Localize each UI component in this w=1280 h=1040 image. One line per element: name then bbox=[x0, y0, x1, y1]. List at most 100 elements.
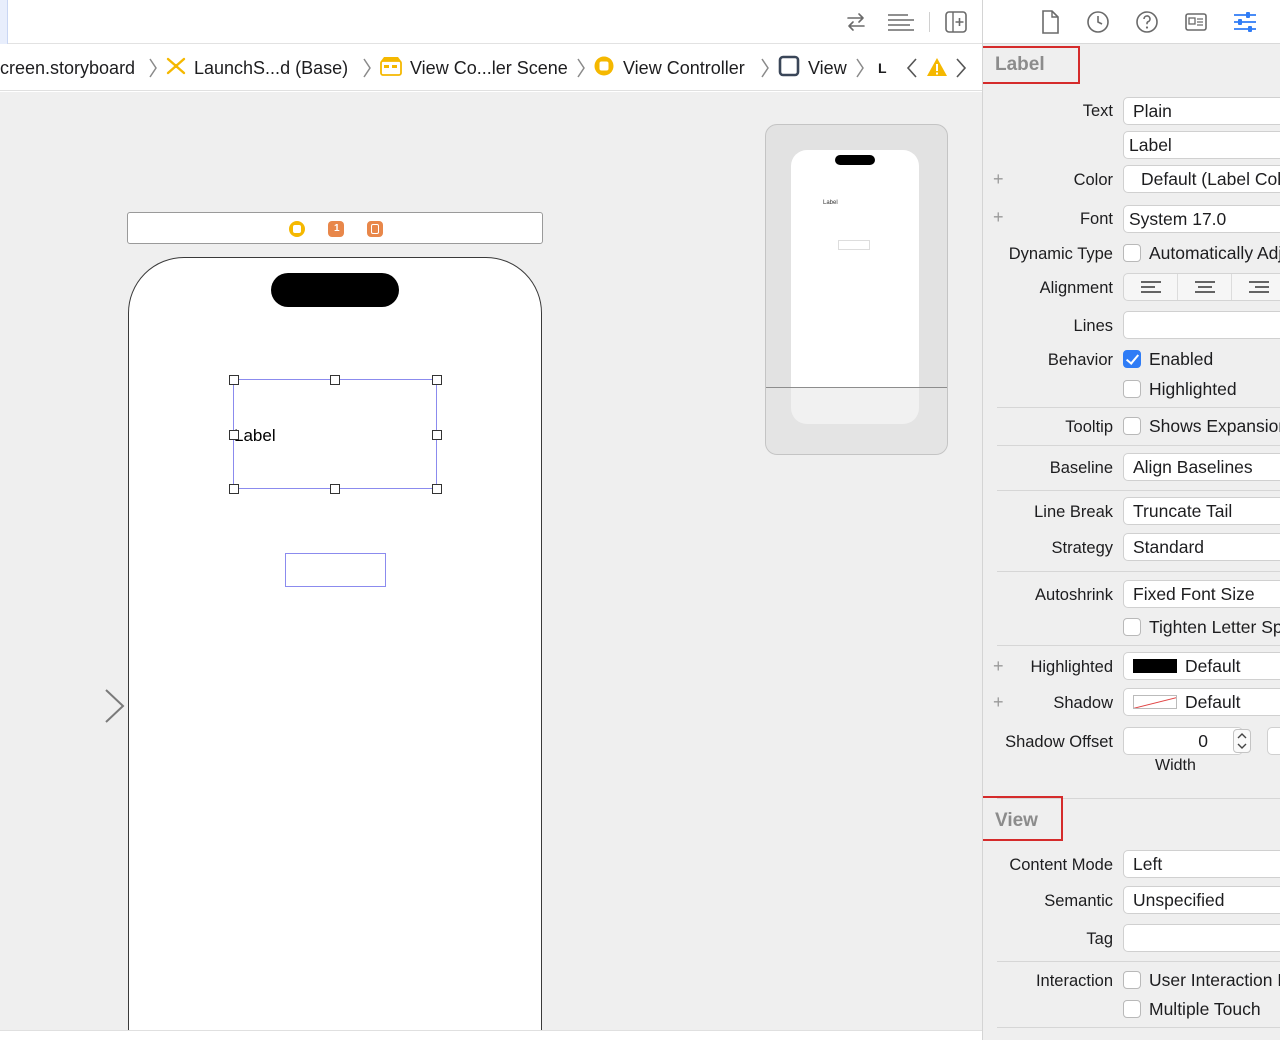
plus-icon[interactable]: + bbox=[993, 169, 1004, 190]
alignment-segmented-control bbox=[1123, 273, 1280, 301]
resize-handle[interactable] bbox=[330, 484, 340, 494]
color-swatch bbox=[1133, 659, 1177, 673]
label-text: Label bbox=[234, 426, 276, 445]
checkbox-label: Enabled bbox=[1149, 348, 1214, 369]
swap-arrows-icon[interactable] bbox=[843, 9, 869, 35]
highlighted-checkbox[interactable]: Highlighted bbox=[1123, 377, 1237, 401]
crumb-label: View bbox=[808, 57, 847, 78]
strategy-label: Strategy bbox=[1051, 539, 1113, 557]
crumb-view-controller[interactable]: View Controller bbox=[593, 45, 745, 90]
crumb-label: View Controller bbox=[623, 57, 745, 78]
tooltip-label: Tooltip bbox=[1065, 418, 1113, 436]
crumb-view[interactable]: View bbox=[778, 45, 847, 90]
resize-handle[interactable] bbox=[229, 484, 239, 494]
identity-icon[interactable] bbox=[1183, 9, 1209, 35]
attributes-icon[interactable] bbox=[1232, 9, 1258, 35]
tighten-spacing-checkbox[interactable]: Tighten Letter Spacing bbox=[1123, 615, 1280, 639]
text-content-field[interactable]: Label bbox=[1123, 131, 1280, 159]
resize-handle[interactable] bbox=[229, 430, 239, 440]
shadow-height-field[interactable] bbox=[1267, 727, 1280, 755]
crumb-label: creen.storyboard bbox=[0, 57, 136, 78]
width-sublabel: Width bbox=[1155, 757, 1196, 774]
resize-handle[interactable] bbox=[229, 375, 239, 385]
highlighted-color-value: Default bbox=[1185, 655, 1241, 676]
file-icon[interactable] bbox=[1037, 9, 1063, 35]
align-right-icon[interactable] bbox=[1232, 274, 1280, 300]
resize-handle[interactable] bbox=[432, 430, 442, 440]
checkbox-box[interactable] bbox=[1123, 350, 1141, 368]
dynamic-island bbox=[271, 273, 399, 307]
checkbox-box[interactable] bbox=[1123, 417, 1141, 435]
first-responder-icon[interactable]: 1 bbox=[328, 221, 344, 237]
crumb-launchscreen[interactable]: LaunchS...d (Base) bbox=[166, 45, 348, 90]
section-divider bbox=[997, 1027, 1280, 1028]
resize-handle[interactable] bbox=[330, 375, 340, 385]
line-break-popup[interactable]: Truncate Tail bbox=[1123, 497, 1280, 525]
plus-icon[interactable]: + bbox=[993, 692, 1004, 713]
color-popup[interactable]: Default (Label Color) bbox=[1123, 165, 1280, 193]
chevron-right-icon bbox=[363, 58, 371, 78]
warning-icon[interactable] bbox=[926, 57, 948, 82]
scene-dock[interactable]: 1 bbox=[127, 212, 543, 244]
chevron-left-icon[interactable] bbox=[905, 56, 919, 85]
crumb-scene[interactable]: View Co...ler Scene bbox=[380, 45, 568, 90]
shadow-label: Shadow bbox=[1053, 694, 1113, 712]
text-type-popup[interactable]: Plain bbox=[1123, 97, 1280, 125]
checkbox-box[interactable] bbox=[1123, 618, 1141, 636]
semantic-popup[interactable]: Unspecified bbox=[1123, 886, 1280, 914]
strategy-popup[interactable]: Standard bbox=[1123, 533, 1280, 561]
user-interaction-checkbox[interactable]: User Interaction Enabled bbox=[1123, 968, 1280, 992]
device-frame[interactable]: Label bbox=[128, 257, 542, 1030]
align-left-icon[interactable] bbox=[1124, 274, 1178, 300]
highlighted-color-popup[interactable]: Default bbox=[1123, 652, 1280, 680]
color-label: Color bbox=[1073, 171, 1113, 189]
plus-icon[interactable]: + bbox=[993, 656, 1004, 677]
entry-point-arrow-icon[interactable] bbox=[22, 688, 128, 724]
crumb-storyboard[interactable]: creen.storyboard bbox=[0, 45, 136, 90]
minimap[interactable]: Label bbox=[765, 124, 948, 455]
multiple-touch-checkbox[interactable]: Multiple Touch bbox=[1123, 997, 1261, 1021]
add-editor-icon[interactable] bbox=[943, 9, 969, 35]
storyboard-canvas[interactable]: 1 Label Label bbox=[0, 92, 982, 1030]
tag-field[interactable] bbox=[1123, 924, 1280, 952]
view-controller-icon[interactable] bbox=[289, 221, 305, 237]
shadow-color-popup[interactable]: Default bbox=[1123, 688, 1280, 716]
baseline-popup[interactable]: Align Baselines bbox=[1123, 453, 1280, 481]
tag-label: Tag bbox=[1086, 930, 1113, 948]
help-icon[interactable] bbox=[1134, 9, 1160, 35]
tooltip-checkbox[interactable]: Shows Expansion Tooltip bbox=[1123, 414, 1280, 438]
jump-bar: creen.storyboard LaunchS...d (Base) View… bbox=[0, 45, 982, 91]
content-mode-label: Content Mode bbox=[1009, 856, 1113, 874]
checkbox-label: Multiple Touch bbox=[1149, 998, 1261, 1019]
no-color-swatch bbox=[1133, 695, 1177, 709]
checkbox-box[interactable] bbox=[1123, 1000, 1141, 1018]
view-icon bbox=[778, 55, 800, 82]
behavior-label: Behavior bbox=[1047, 351, 1113, 369]
storyboard-base-icon bbox=[166, 56, 186, 81]
checkbox-box[interactable] bbox=[1123, 244, 1141, 262]
enabled-checkbox[interactable]: Enabled bbox=[1123, 347, 1213, 371]
chevron-right-nav-icon[interactable] bbox=[954, 56, 968, 85]
plus-icon[interactable]: + bbox=[993, 207, 1004, 228]
dynamic-type-checkbox[interactable]: Automatically Adjusts Font bbox=[1123, 241, 1280, 265]
selected-label[interactable]: Label bbox=[229, 375, 442, 494]
empty-view-element[interactable] bbox=[285, 553, 386, 587]
font-field[interactable]: System 17.0 bbox=[1123, 205, 1280, 233]
exit-icon[interactable] bbox=[367, 221, 383, 237]
crumb-label-element[interactable]: L bbox=[878, 45, 887, 90]
editor-options-icon[interactable] bbox=[885, 9, 917, 35]
lines-field[interactable] bbox=[1123, 311, 1280, 339]
checkbox-box[interactable] bbox=[1123, 971, 1141, 989]
minimap-box bbox=[838, 240, 870, 250]
checkbox-box[interactable] bbox=[1123, 380, 1141, 398]
autoshrink-popup[interactable]: Fixed Font Size bbox=[1123, 580, 1280, 608]
interaction-label: Interaction bbox=[1035, 972, 1113, 990]
content-mode-popup[interactable]: Left bbox=[1123, 850, 1280, 878]
align-center-icon[interactable] bbox=[1178, 274, 1232, 300]
resize-handle[interactable] bbox=[432, 375, 442, 385]
shadow-width-field[interactable]: 0 bbox=[1123, 727, 1243, 755]
resize-handle[interactable] bbox=[432, 484, 442, 494]
minimap-label: Label bbox=[823, 200, 838, 206]
stepper-arrows-icon[interactable] bbox=[1233, 729, 1251, 753]
history-icon[interactable] bbox=[1085, 9, 1111, 35]
